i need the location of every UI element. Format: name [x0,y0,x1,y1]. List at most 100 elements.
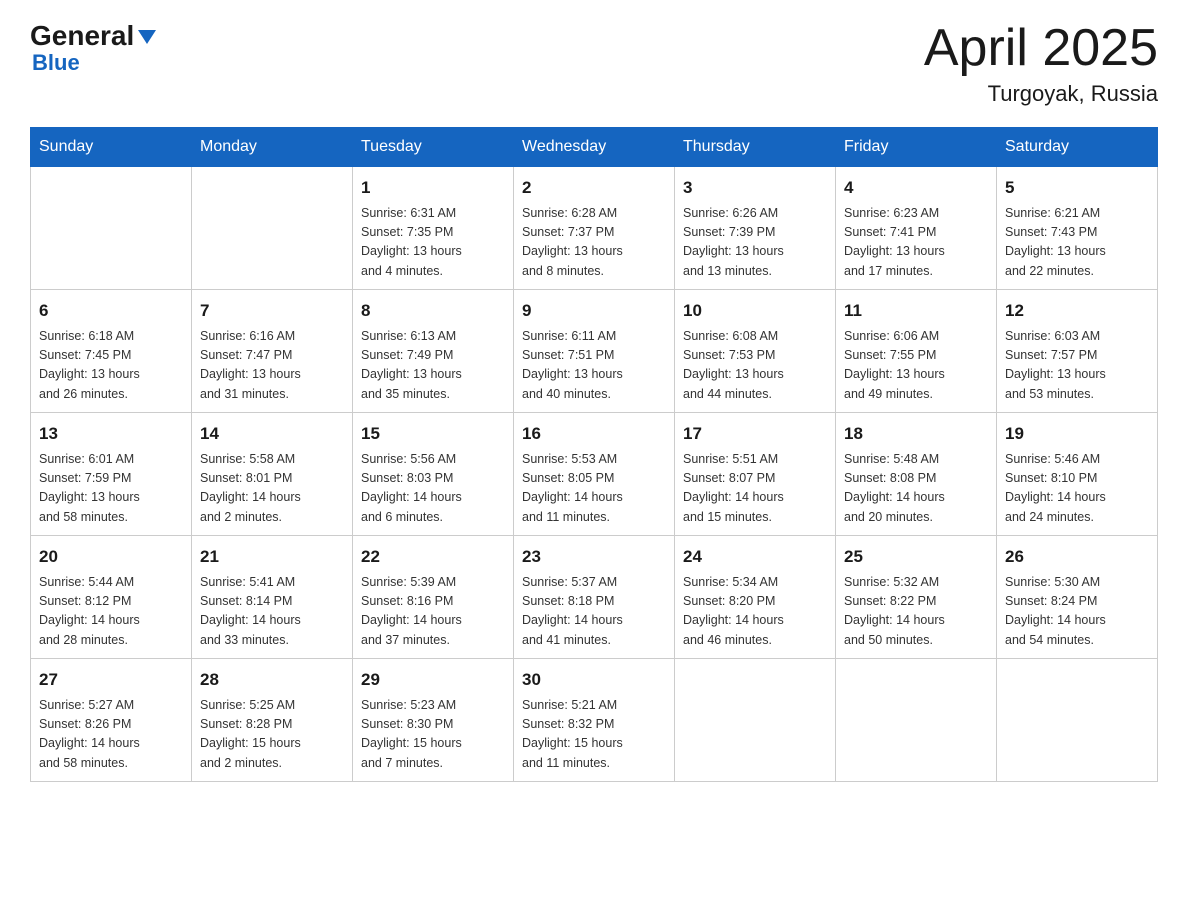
day-info: Sunrise: 5:25 AM Sunset: 8:28 PM Dayligh… [200,696,344,774]
day-info: Sunrise: 5:56 AM Sunset: 8:03 PM Dayligh… [361,450,505,528]
calendar-cell: 9 Sunrise: 6:11 AM Sunset: 7:51 PM Daylig… [514,290,675,413]
logo-arrow-icon [136,26,158,48]
logo-blue-text: Blue [30,50,80,76]
day-number: 17 [683,421,827,447]
calendar-day-header: Friday [836,128,997,167]
calendar-day-header: Saturday [997,128,1158,167]
calendar-cell: 12 Sunrise: 6:03 AM Sunset: 7:57 PM Dayli… [997,290,1158,413]
day-info: Sunrise: 6:11 AM Sunset: 7:51 PM Dayligh… [522,327,666,405]
day-number: 23 [522,544,666,570]
calendar-cell: 11 Sunrise: 6:06 AM Sunset: 7:55 PM Dayli… [836,290,997,413]
day-info: Sunrise: 6:03 AM Sunset: 7:57 PM Dayligh… [1005,327,1149,405]
calendar-cell: 17 Sunrise: 5:51 AM Sunset: 8:07 PM Dayli… [675,413,836,536]
day-info: Sunrise: 6:26 AM Sunset: 7:39 PM Dayligh… [683,204,827,282]
day-info: Sunrise: 5:34 AM Sunset: 8:20 PM Dayligh… [683,573,827,651]
day-number: 10 [683,298,827,324]
calendar-day-header: Thursday [675,128,836,167]
calendar-cell: 5 Sunrise: 6:21 AM Sunset: 7:43 PM Daylig… [997,167,1158,290]
day-info: Sunrise: 5:41 AM Sunset: 8:14 PM Dayligh… [200,573,344,651]
day-number: 19 [1005,421,1149,447]
calendar-cell: 21 Sunrise: 5:41 AM Sunset: 8:14 PM Dayli… [192,536,353,659]
day-number: 8 [361,298,505,324]
day-number: 21 [200,544,344,570]
day-number: 29 [361,667,505,693]
calendar-cell: 28 Sunrise: 5:25 AM Sunset: 8:28 PM Dayli… [192,659,353,782]
calendar-cell: 7 Sunrise: 6:16 AM Sunset: 7:47 PM Daylig… [192,290,353,413]
day-number: 30 [522,667,666,693]
day-number: 1 [361,175,505,201]
calendar-cell: 6 Sunrise: 6:18 AM Sunset: 7:45 PM Daylig… [31,290,192,413]
day-info: Sunrise: 6:16 AM Sunset: 7:47 PM Dayligh… [200,327,344,405]
day-info: Sunrise: 6:13 AM Sunset: 7:49 PM Dayligh… [361,327,505,405]
day-number: 27 [39,667,183,693]
calendar-cell: 8 Sunrise: 6:13 AM Sunset: 7:49 PM Daylig… [353,290,514,413]
day-info: Sunrise: 6:18 AM Sunset: 7:45 PM Dayligh… [39,327,183,405]
day-number: 14 [200,421,344,447]
day-number: 25 [844,544,988,570]
calendar-cell: 24 Sunrise: 5:34 AM Sunset: 8:20 PM Dayli… [675,536,836,659]
calendar-cell [836,659,997,782]
day-number: 5 [1005,175,1149,201]
month-title: April 2025 [924,20,1158,77]
day-number: 2 [522,175,666,201]
calendar-cell: 20 Sunrise: 5:44 AM Sunset: 8:12 PM Dayli… [31,536,192,659]
day-number: 24 [683,544,827,570]
day-number: 22 [361,544,505,570]
calendar-week-row: 13Sunrise: 6:01 AM Sunset: 7:59 PM Dayli… [31,413,1158,536]
day-info: Sunrise: 5:27 AM Sunset: 8:26 PM Dayligh… [39,696,183,774]
day-number: 12 [1005,298,1149,324]
day-info: Sunrise: 5:53 AM Sunset: 8:05 PM Dayligh… [522,450,666,528]
logo: General Blue [30,20,158,76]
day-number: 13 [39,421,183,447]
day-info: Sunrise: 6:06 AM Sunset: 7:55 PM Dayligh… [844,327,988,405]
day-info: Sunrise: 5:46 AM Sunset: 8:10 PM Dayligh… [1005,450,1149,528]
day-number: 26 [1005,544,1149,570]
calendar-cell: 15 Sunrise: 5:56 AM Sunset: 8:03 PM Dayli… [353,413,514,536]
day-info: Sunrise: 5:37 AM Sunset: 8:18 PM Dayligh… [522,573,666,651]
day-number: 9 [522,298,666,324]
day-info: Sunrise: 5:44 AM Sunset: 8:12 PM Dayligh… [39,573,183,651]
day-info: Sunrise: 6:28 AM Sunset: 7:37 PM Dayligh… [522,204,666,282]
title-block: April 2025 Turgoyak, Russia [924,20,1158,107]
calendar-cell: 25Sunrise: 5:32 AM Sunset: 8:22 PM Dayli… [836,536,997,659]
day-info: Sunrise: 5:58 AM Sunset: 8:01 PM Dayligh… [200,450,344,528]
calendar-cell: 18Sunrise: 5:48 AM Sunset: 8:08 PM Dayli… [836,413,997,536]
calendar-cell [31,167,192,290]
calendar-day-header: Wednesday [514,128,675,167]
day-info: Sunrise: 5:30 AM Sunset: 8:24 PM Dayligh… [1005,573,1149,651]
day-number: 20 [39,544,183,570]
calendar-week-row: 1 Sunrise: 6:31 AM Sunset: 7:35 PM Daylig… [31,167,1158,290]
day-number: 7 [200,298,344,324]
day-number: 6 [39,298,183,324]
calendar-day-header: Sunday [31,128,192,167]
calendar-cell: 14 Sunrise: 5:58 AM Sunset: 8:01 PM Dayli… [192,413,353,536]
logo-general-text: General [30,20,134,52]
calendar-cell: 30 Sunrise: 5:21 AM Sunset: 8:32 PM Dayli… [514,659,675,782]
calendar-cell: 26 Sunrise: 5:30 AM Sunset: 8:24 PM Dayli… [997,536,1158,659]
day-info: Sunrise: 6:08 AM Sunset: 7:53 PM Dayligh… [683,327,827,405]
calendar-cell: 4Sunrise: 6:23 AM Sunset: 7:41 PM Daylig… [836,167,997,290]
day-info: Sunrise: 5:51 AM Sunset: 8:07 PM Dayligh… [683,450,827,528]
day-info: Sunrise: 5:21 AM Sunset: 8:32 PM Dayligh… [522,696,666,774]
day-info: Sunrise: 5:48 AM Sunset: 8:08 PM Dayligh… [844,450,988,528]
day-info: Sunrise: 6:21 AM Sunset: 7:43 PM Dayligh… [1005,204,1149,282]
calendar-cell: 3Sunrise: 6:26 AM Sunset: 7:39 PM Daylig… [675,167,836,290]
calendar-cell [675,659,836,782]
calendar-cell: 23 Sunrise: 5:37 AM Sunset: 8:18 PM Dayli… [514,536,675,659]
calendar-cell [997,659,1158,782]
calendar-cell: 27 Sunrise: 5:27 AM Sunset: 8:26 PM Dayli… [31,659,192,782]
calendar-cell: 1 Sunrise: 6:31 AM Sunset: 7:35 PM Daylig… [353,167,514,290]
calendar-cell: 29 Sunrise: 5:23 AM Sunset: 8:30 PM Dayli… [353,659,514,782]
calendar-header-row: SundayMondayTuesdayWednesdayThursdayFrid… [31,128,1158,167]
day-number: 4 [844,175,988,201]
day-number: 11 [844,298,988,324]
calendar-week-row: 20 Sunrise: 5:44 AM Sunset: 8:12 PM Dayli… [31,536,1158,659]
day-number: 16 [522,421,666,447]
calendar-week-row: 27 Sunrise: 5:27 AM Sunset: 8:26 PM Dayli… [31,659,1158,782]
day-info: Sunrise: 6:31 AM Sunset: 7:35 PM Dayligh… [361,204,505,282]
calendar-cell: 19 Sunrise: 5:46 AM Sunset: 8:10 PM Dayli… [997,413,1158,536]
day-info: Sunrise: 5:23 AM Sunset: 8:30 PM Dayligh… [361,696,505,774]
calendar-cell: 2 Sunrise: 6:28 AM Sunset: 7:37 PM Daylig… [514,167,675,290]
day-number: 15 [361,421,505,447]
day-number: 28 [200,667,344,693]
